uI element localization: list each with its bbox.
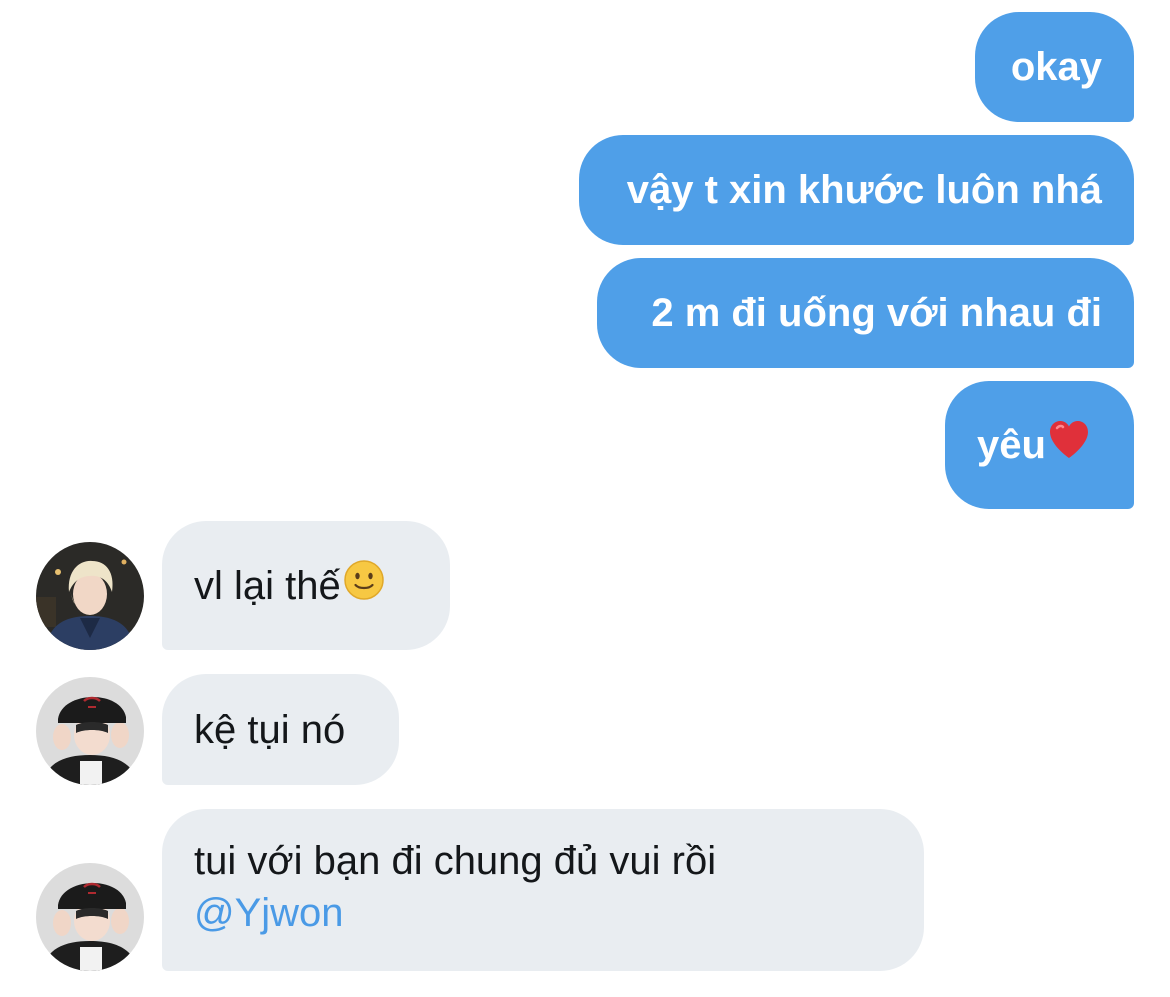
avatar-black-cap[interactable] — [36, 863, 144, 971]
incoming-message-bubble[interactable]: tui với bạn đi chung đủ vui rồi @Yjwon — [162, 809, 924, 971]
message-text: yêu — [977, 423, 1046, 467]
mention-link[interactable]: @Yjwon — [194, 889, 892, 937]
outgoing-message-bubble[interactable]: yêu — [945, 381, 1134, 509]
avatar-black-cap[interactable] — [36, 677, 144, 785]
outgoing-message-bubble[interactable]: vậy t xin khước luôn nhá — [579, 135, 1134, 245]
incoming-message-bubble[interactable]: vl lại thế — [162, 521, 450, 650]
red-heart-icon — [1048, 420, 1090, 471]
outgoing-message-bubble[interactable]: 2 m đi uống với nhau đi — [597, 258, 1134, 368]
avatar-blond-hair[interactable] — [36, 542, 144, 650]
incoming-message-bubble[interactable]: kệ tụi nó — [162, 674, 399, 785]
slightly-smiling-face-icon — [343, 559, 385, 612]
message-text: 2 m đi uống với nhau đi — [651, 291, 1102, 335]
message-text: kệ tụi nó — [194, 707, 346, 752]
message-text: okay — [1010, 45, 1102, 89]
message-text: vậy t xin khước luôn nhá — [626, 168, 1102, 212]
message-text: tui với bạn đi chung đủ vui rồi — [194, 839, 717, 883]
message-text: vl lại thế — [194, 563, 341, 608]
outgoing-message-bubble[interactable]: okay — [975, 12, 1134, 122]
